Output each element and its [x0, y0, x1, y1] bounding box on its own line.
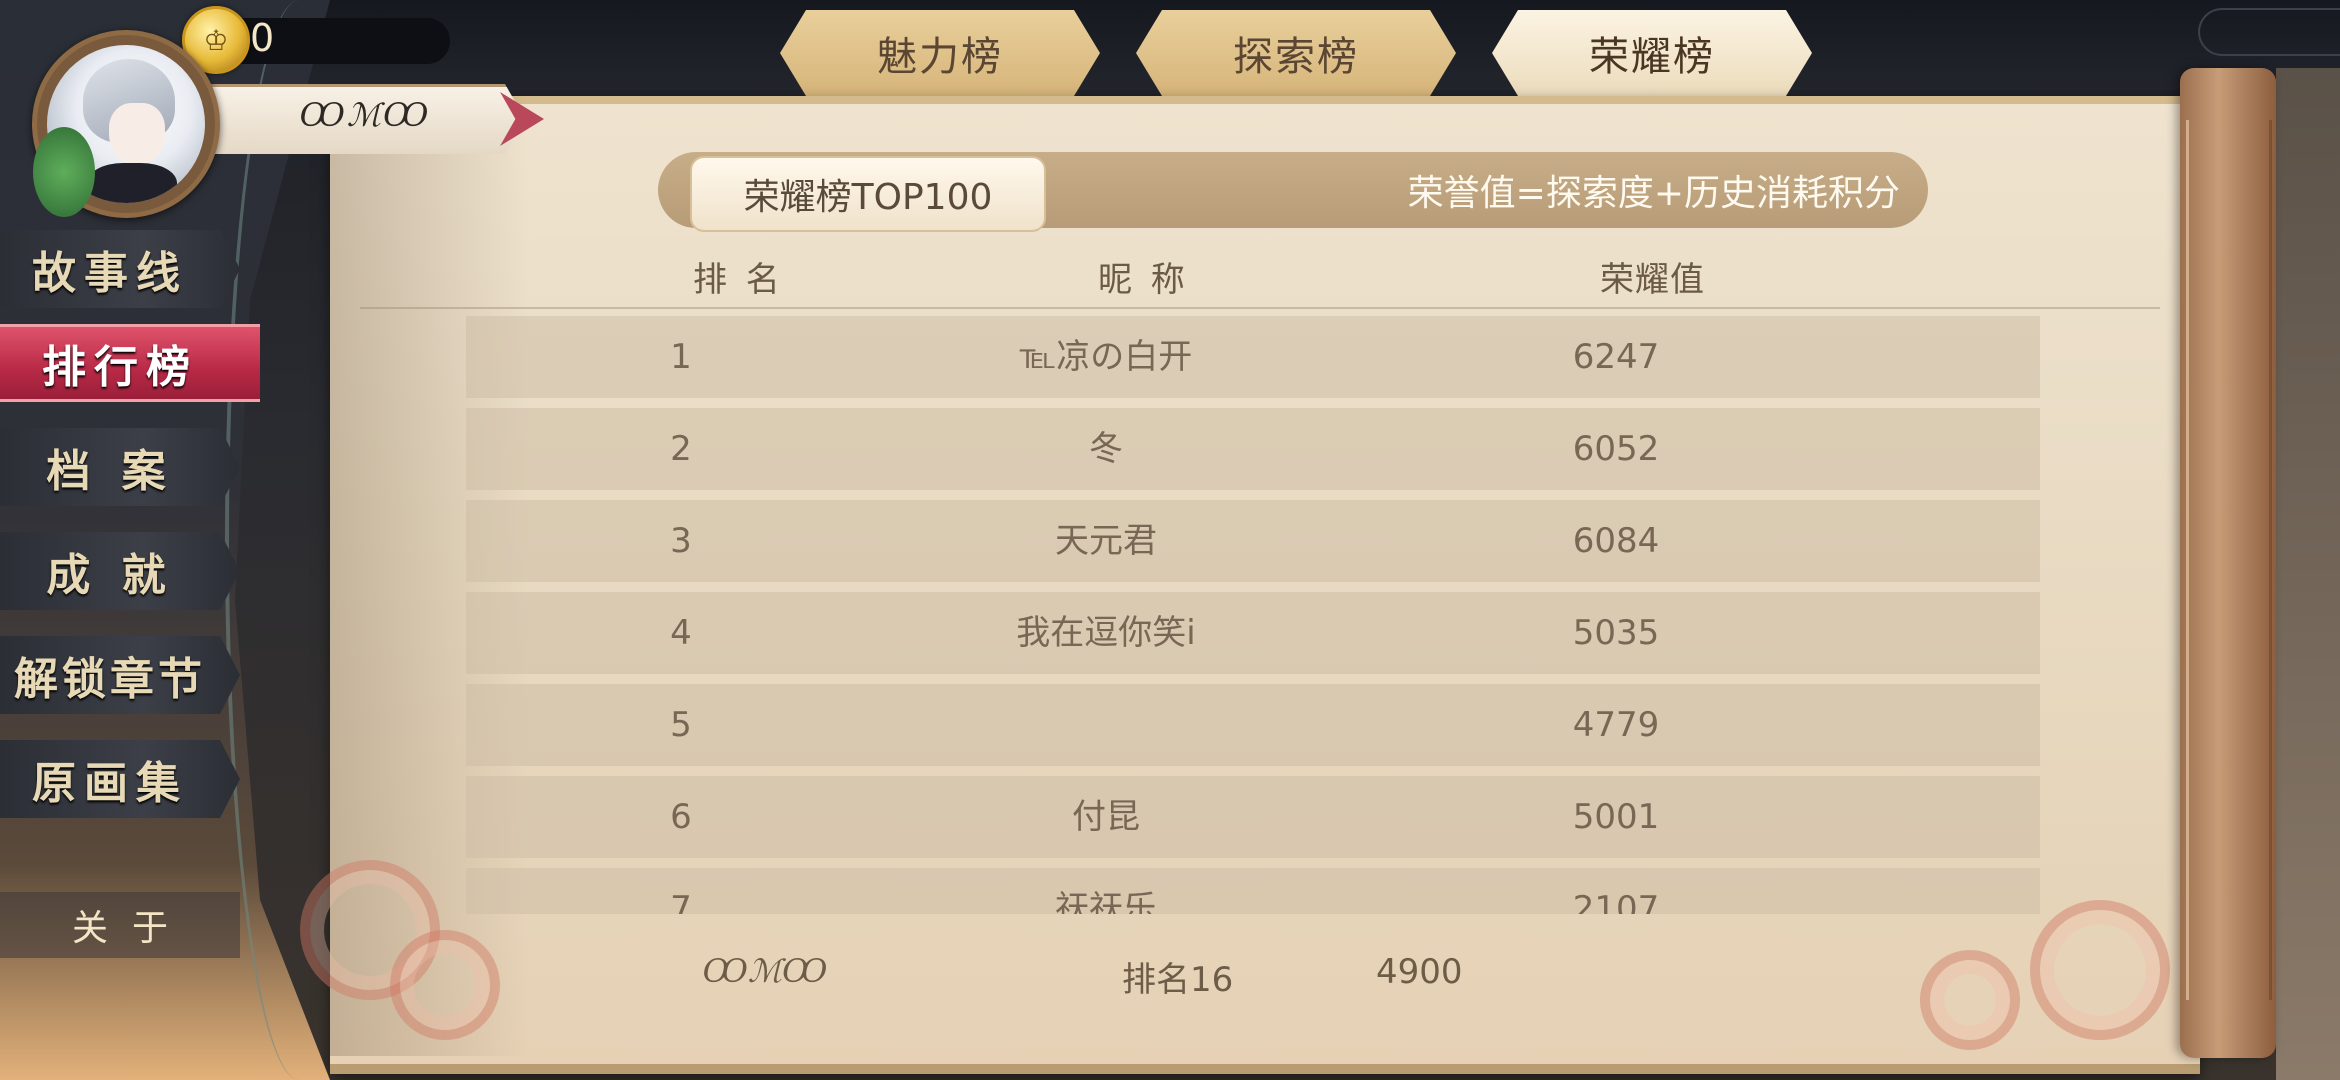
table-row[interactable]: 6 付昆 5001	[466, 776, 2040, 858]
tab-charm-label: 魅力榜	[877, 34, 1003, 80]
row-name: 祆祆乐	[1055, 889, 1157, 914]
row-name: 冬	[1089, 429, 1123, 469]
nav-archive[interactable]: 档 案	[0, 428, 240, 506]
row-value: 2107	[1572, 889, 1660, 914]
row-rank: 3	[670, 521, 692, 561]
table-row[interactable]: 4 我在逗你笑ⅰ 5035	[466, 592, 2040, 674]
nav-unlock-chapters[interactable]: 解锁章节	[0, 636, 240, 714]
table-row[interactable]: 3 天元君 6084	[466, 500, 2040, 582]
board-title-text: 荣耀榜TOP100	[743, 177, 993, 218]
row-name: 我在逗你笑ⅰ	[1016, 613, 1196, 653]
top-right-ornament	[2198, 8, 2340, 56]
nav-archive-label: 档 案	[46, 446, 174, 497]
row-value: 5035	[1572, 613, 1660, 653]
row-rank: 4	[670, 613, 692, 653]
row-name: ℡凉の白开	[1019, 337, 1193, 377]
table-row[interactable]: 5 4779	[466, 684, 2040, 766]
row-rank: 5	[670, 705, 692, 745]
table-row[interactable]: 2 冬 6052	[466, 408, 2040, 490]
my-rank-bar: ꝎℳꝎ 排名16 4900	[600, 930, 1820, 1016]
right-background	[2276, 68, 2340, 1080]
tab-glory-label: 荣耀榜	[1589, 34, 1715, 80]
tab-explore-label: 探索榜	[1233, 34, 1359, 80]
row-name	[936, 684, 1276, 766]
nav-leaderboard[interactable]: 排行榜	[0, 324, 260, 402]
row-rank: 6	[670, 797, 692, 837]
leaf-ornament	[33, 127, 95, 217]
cloud-ornament	[390, 930, 500, 1040]
my-value: 4900	[1376, 952, 1463, 992]
nav-leaderboard-label: 排行榜	[42, 342, 198, 393]
player-name: ꝎℳꝎ	[299, 96, 431, 134]
row-name: 天元君	[1055, 521, 1157, 561]
nav-achievements-label: 成 就	[46, 550, 174, 601]
row-rank: 2	[670, 429, 692, 469]
tab-explore[interactable]: 探索榜	[1136, 10, 1456, 96]
row-value: 6084	[1572, 521, 1660, 561]
leaderboard-list[interactable]: 1 ℡凉の白开 6247 2 冬 6052 3 天元君 6084 4 我在逗你笑…	[466, 316, 2040, 914]
currency-count: 0	[250, 16, 275, 60]
row-rank: 7	[670, 889, 692, 914]
avatar-face	[109, 103, 165, 165]
my-rank: 排名16	[1122, 960, 1234, 1000]
nav-about[interactable]: 关于	[0, 892, 240, 958]
row-value: 5001	[1572, 797, 1660, 837]
tab-charm[interactable]: 魅力榜	[780, 10, 1100, 96]
table-row[interactable]: 1 ℡凉の白开 6247	[466, 316, 2040, 398]
nav-about-label: 关于	[71, 908, 192, 949]
cloud-ornament	[2030, 900, 2170, 1040]
nav-storyline-label: 故事线	[32, 248, 188, 299]
avatar[interactable]	[32, 30, 220, 218]
cloud-ornament	[1920, 950, 2020, 1050]
tab-glory[interactable]: 荣耀榜	[1492, 10, 1812, 96]
nav-artbook-label: 原画集	[32, 758, 188, 809]
row-rank: 1	[670, 337, 692, 377]
table-row[interactable]: 7 祆祆乐 2107	[466, 868, 2040, 914]
nav-achievements[interactable]: 成 就	[0, 532, 240, 610]
nav-unlock-chapters-label: 解锁章节	[14, 654, 206, 705]
scroll-roller-edge	[2186, 120, 2272, 1000]
row-value: 6052	[1572, 429, 1660, 469]
board-title: 荣耀榜TOP100	[690, 156, 1046, 232]
nav-artbook[interactable]: 原画集	[0, 740, 240, 818]
column-rank-header: 排 名	[693, 260, 784, 300]
column-name-header: 昵 称	[1098, 260, 1189, 300]
row-value: 4779	[1572, 705, 1660, 745]
score-formula: 荣誉值=探索度+历史消耗积分	[1407, 173, 1900, 214]
avatar-collar	[87, 163, 177, 203]
nav-storyline[interactable]: 故事线	[0, 230, 240, 308]
row-name: 付昆	[1072, 797, 1140, 837]
column-value-header: 荣耀值	[1600, 260, 1705, 300]
row-value: 6247	[1572, 337, 1660, 377]
my-name: ꝎℳꝎ	[702, 952, 828, 990]
header-divider	[360, 307, 2160, 309]
